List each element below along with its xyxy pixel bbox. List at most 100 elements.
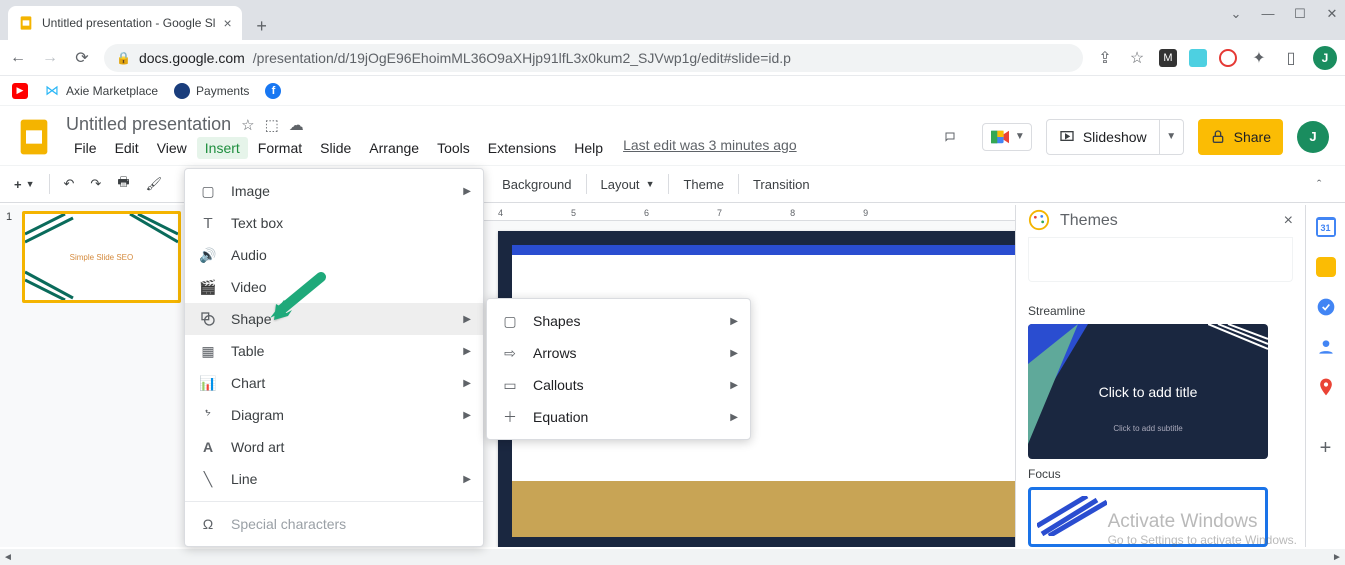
- shape-arrows[interactable]: ⇨Arrows▶: [487, 337, 750, 369]
- new-slide-button[interactable]: +▼: [8, 173, 41, 196]
- menu-format[interactable]: Format: [250, 137, 310, 159]
- insert-diagram[interactable]: ᖮDiagram▶: [185, 399, 483, 431]
- ext-red-icon[interactable]: [1219, 49, 1237, 67]
- insert-table[interactable]: ▦Table▶: [185, 335, 483, 367]
- menu-file[interactable]: File: [66, 137, 105, 159]
- theme-button[interactable]: Theme: [677, 173, 729, 196]
- insert-special-chars[interactable]: ΩSpecial characters: [185, 508, 483, 540]
- audio-icon: 🔊: [199, 247, 217, 264]
- ext-teal-icon[interactable]: [1189, 49, 1207, 67]
- insert-wordart[interactable]: AWord art: [185, 431, 483, 463]
- menu-view[interactable]: View: [149, 137, 195, 159]
- tab-close-icon[interactable]: ×: [223, 15, 231, 31]
- forward-icon[interactable]: →: [40, 49, 60, 67]
- insert-image[interactable]: ▢Image▶: [185, 175, 483, 207]
- extension-icons: ⇪ ☆ M ✦ ▯ J: [1095, 46, 1337, 70]
- extensions-puzzle-icon[interactable]: ✦: [1249, 48, 1269, 68]
- contacts-icon[interactable]: [1316, 337, 1336, 357]
- image-icon: ▢: [199, 183, 217, 200]
- slides-logo[interactable]: [16, 115, 52, 159]
- reload-icon[interactable]: ⟳: [72, 48, 92, 68]
- bookmarks-bar: ▶ ⋈Axie Marketplace Payments f: [0, 76, 1345, 106]
- insert-video[interactable]: 🎬Video: [185, 271, 483, 303]
- transition-button[interactable]: Transition: [747, 173, 816, 196]
- last-edit-link[interactable]: Last edit was 3 minutes ago: [623, 137, 797, 159]
- ext-m-icon[interactable]: M: [1159, 49, 1177, 67]
- slideshow-caret[interactable]: ▼: [1160, 119, 1184, 155]
- redo-button[interactable]: ↷: [84, 172, 107, 196]
- omnibox[interactable]: 🔒 docs.google.com/presentation/d/19jOgE9…: [104, 44, 1083, 72]
- insert-audio[interactable]: 🔊Audio: [185, 239, 483, 271]
- side-panel-icon[interactable]: ▯: [1281, 48, 1301, 68]
- theme-focus-label: Focus: [1028, 467, 1293, 481]
- share-button[interactable]: Share: [1198, 119, 1283, 155]
- menu-edit[interactable]: Edit: [107, 137, 147, 159]
- menu-extensions[interactable]: Extensions: [480, 137, 564, 159]
- bookmark-axie[interactable]: ⋈Axie Marketplace: [44, 83, 158, 99]
- scroll-right-icon[interactable]: ►: [1329, 552, 1345, 563]
- menu-tools[interactable]: Tools: [429, 137, 478, 159]
- address-bar-row: ← → ⟳ 🔒 docs.google.com/presentation/d/1…: [0, 40, 1345, 76]
- arrows-icon: ⇨: [501, 345, 519, 362]
- themes-icon: [1028, 209, 1050, 234]
- insert-textbox[interactable]: 𝖳Text box: [185, 207, 483, 239]
- keep-icon[interactable]: [1316, 257, 1336, 277]
- menu-help[interactable]: Help: [566, 137, 611, 159]
- close-window-icon[interactable]: ✕: [1325, 6, 1339, 22]
- undo-button[interactable]: ↶: [58, 172, 81, 196]
- account-avatar[interactable]: J: [1297, 121, 1329, 153]
- background-button[interactable]: Background: [496, 173, 577, 196]
- menu-arrange[interactable]: Arrange: [361, 137, 427, 159]
- close-themes-icon[interactable]: ×: [1284, 212, 1293, 230]
- slide-thumbnail[interactable]: Simple Slide SEO: [22, 211, 181, 303]
- chevron-down-icon[interactable]: ⌄: [1229, 6, 1243, 22]
- axie-icon: ⋈: [44, 83, 60, 99]
- meet-button[interactable]: ▼: [982, 123, 1032, 151]
- shape-equation[interactable]: ＋Equation▶: [487, 401, 750, 433]
- profile-avatar[interactable]: J: [1313, 46, 1337, 70]
- collapse-toolbar-icon[interactable]: ˆ: [1317, 177, 1337, 192]
- shape-shapes[interactable]: ▢Shapes▶: [487, 305, 750, 337]
- browser-tabstrip: Untitled presentation - Google Sl × + ⌄ …: [0, 0, 1345, 40]
- bookmark-youtube[interactable]: ▶: [12, 83, 28, 99]
- paint-format-button[interactable]: 🖌: [140, 172, 169, 196]
- new-tab-button[interactable]: +: [248, 12, 276, 40]
- browser-tab[interactable]: Untitled presentation - Google Sl ×: [8, 6, 242, 40]
- menu-insert[interactable]: Insert: [197, 137, 248, 159]
- comments-button[interactable]: [932, 119, 968, 155]
- menu-slide[interactable]: Slide: [312, 137, 359, 159]
- payments-icon: [174, 83, 190, 99]
- maximize-icon[interactable]: ☐: [1293, 6, 1307, 22]
- slideshow-button[interactable]: Slideshow: [1046, 119, 1160, 155]
- tasks-icon[interactable]: [1316, 297, 1336, 317]
- insert-line[interactable]: ╲Line▶: [185, 463, 483, 495]
- add-on-plus-icon[interactable]: +: [1320, 437, 1332, 460]
- bookmark-payments[interactable]: Payments: [174, 83, 249, 99]
- layout-button[interactable]: Layout▼: [595, 173, 661, 196]
- table-icon: ▦: [199, 343, 217, 360]
- thumb-title-text: Simple Slide SEO: [70, 253, 134, 262]
- theme-streamline-label: Streamline: [1028, 304, 1293, 318]
- insert-shape[interactable]: Shape▶: [185, 303, 483, 335]
- callouts-icon: ▭: [501, 377, 519, 394]
- theme-focus-thumb[interactable]: [1028, 487, 1268, 547]
- share-page-icon[interactable]: ⇪: [1095, 48, 1115, 68]
- star-document-icon[interactable]: ☆: [241, 116, 254, 134]
- print-button[interactable]: 🖶: [111, 169, 135, 199]
- star-icon[interactable]: ☆: [1127, 48, 1147, 68]
- shapes-rect-icon: ▢: [501, 313, 519, 330]
- calendar-icon[interactable]: 31: [1316, 217, 1336, 237]
- maps-icon[interactable]: [1316, 377, 1336, 397]
- horizontal-scrollbar[interactable]: ◄ ►: [0, 549, 1345, 565]
- theme-streamline-thumb[interactable]: Click to add title Click to add subtitle: [1028, 324, 1268, 459]
- cloud-status-icon[interactable]: ☁: [289, 116, 304, 134]
- bookmark-facebook[interactable]: f: [265, 83, 281, 99]
- back-icon[interactable]: ←: [8, 49, 28, 67]
- shape-callouts[interactable]: ▭Callouts▶: [487, 369, 750, 401]
- move-document-icon[interactable]: ⬚: [265, 116, 279, 134]
- scroll-left-icon[interactable]: ◄: [0, 552, 16, 563]
- minimize-icon[interactable]: —: [1261, 6, 1275, 22]
- insert-chart[interactable]: 📊Chart▶: [185, 367, 483, 399]
- document-title[interactable]: Untitled presentation: [66, 114, 231, 135]
- themes-panel: Themes × Streamline Click to add title C…: [1015, 205, 1305, 547]
